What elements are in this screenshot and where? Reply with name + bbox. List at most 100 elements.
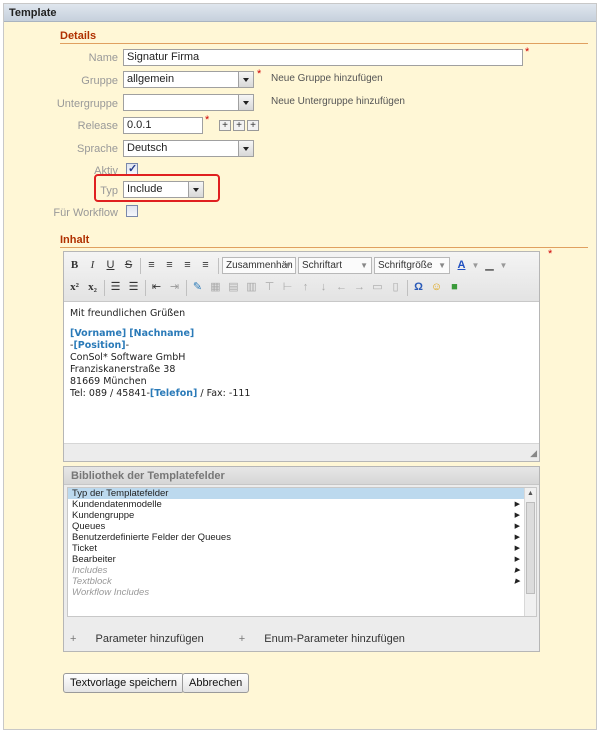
library-item-label: Includes: [72, 565, 108, 576]
row-down-icon[interactable]: ↓: [316, 280, 331, 295]
edit-icon[interactable]: ✎: [190, 280, 205, 295]
typ-value: Include: [127, 183, 163, 195]
untergruppe-select[interactable]: [123, 94, 254, 111]
col-right-icon[interactable]: →: [352, 280, 367, 295]
library-item-label: Textblock: [72, 576, 112, 587]
strikethrough-button[interactable]: S: [121, 258, 136, 273]
library-list[interactable]: Typ der Templatefelder Kundendatenmodelle…: [67, 487, 537, 617]
editor-content[interactable]: Mit freundlichen Grüßen [Vorname] [Nachn…: [70, 308, 250, 400]
library-item[interactable]: Queues ▶: [68, 521, 536, 532]
scrollbar-thumb[interactable]: [526, 502, 535, 594]
align-right-icon[interactable]: ≡: [180, 258, 195, 273]
bold-button[interactable]: B: [67, 258, 82, 273]
chevron-down-icon[interactable]: [238, 141, 253, 156]
font-combo[interactable]: Schriftart ▼: [298, 257, 372, 274]
release-increment-patch-button[interactable]: +: [247, 120, 259, 131]
background-color-icon[interactable]: ▁: [482, 258, 497, 273]
table-icon[interactable]: ▦: [208, 280, 223, 295]
library-item-label: Bearbeiter: [72, 554, 116, 565]
align-center-icon[interactable]: ≡: [162, 258, 177, 273]
subscript-button[interactable]: x₂: [85, 280, 100, 295]
add-group-link[interactable]: Neue Gruppe hinzufügen: [271, 73, 383, 84]
chevron-down-icon[interactable]: ▼: [468, 258, 483, 273]
size-combo[interactable]: Schriftgröße ▼: [374, 257, 450, 274]
release-increment-major-button[interactable]: +: [219, 120, 231, 131]
library-item[interactable]: Kundendatenmodelle ▶: [68, 499, 536, 510]
library-item[interactable]: Bearbeiter ▶: [68, 554, 536, 565]
superscript-button[interactable]: x²: [67, 280, 82, 295]
scroll-up-icon[interactable]: ▲: [527, 490, 534, 497]
tel-prefix: Tel: 089 / 45841-: [70, 388, 150, 399]
library-actions: + Parameter hinzufügen + Enum-Parameter …: [70, 633, 437, 645]
insert-row-icon[interactable]: ▤: [226, 280, 241, 295]
row-up-icon[interactable]: ↑: [298, 280, 313, 295]
align-left-icon[interactable]: ≡: [144, 258, 159, 273]
telefon-field: [Telefon]: [149, 388, 198, 399]
col-left-icon[interactable]: ←: [334, 280, 349, 295]
vorname-field: [Vorname]: [70, 328, 127, 339]
chevron-down-icon[interactable]: [188, 182, 203, 197]
merge-cell-icon[interactable]: ⊢: [280, 280, 295, 295]
details-section-title: Details: [60, 30, 97, 42]
workflow-label: Für Workflow: [53, 207, 118, 219]
chevron-down-icon: ▼: [360, 261, 368, 270]
unordered-list-icon[interactable]: ☰: [126, 280, 141, 295]
add-subgroup-link[interactable]: Neue Untergruppe hinzufügen: [271, 96, 405, 107]
split-cell-icon[interactable]: ⊤: [262, 280, 277, 295]
insert-image-icon[interactable]: ■: [447, 280, 462, 295]
add-parameter-link[interactable]: + Parameter hinzufügen: [70, 633, 220, 645]
chevron-right-icon: ▶: [514, 578, 520, 585]
add-enum-parameter-link[interactable]: + Enum-Parameter hinzufügen: [239, 633, 421, 645]
library-item-label: Benutzerdefinierte Felder der Queues: [72, 532, 231, 543]
align-justify-icon[interactable]: ≡: [198, 258, 213, 273]
library-item[interactable]: Workflow Includes: [68, 587, 536, 598]
gruppe-select[interactable]: allgemein: [123, 71, 254, 88]
delete-row-icon[interactable]: ▭: [370, 280, 385, 295]
library-item[interactable]: Kundengruppe ▶: [68, 510, 536, 521]
smiley-icon[interactable]: ☺: [429, 280, 444, 295]
typ-select[interactable]: Include: [123, 181, 204, 198]
name-input[interactable]: Signatur Firma: [123, 49, 523, 66]
chevron-down-icon[interactable]: ▼: [496, 258, 511, 273]
company-line: ConSol* Software GmbH: [70, 352, 186, 363]
release-increment-minor-button[interactable]: +: [233, 120, 245, 131]
sprache-select[interactable]: Deutsch: [123, 140, 254, 157]
library-item[interactable]: Typ der Templatefelder: [68, 488, 536, 499]
underline-button[interactable]: U: [103, 258, 118, 273]
library-item-label: Ticket: [72, 543, 97, 554]
save-template-button[interactable]: Textvorlage speichern: [63, 673, 185, 693]
editor-toolbar: B I U S ≡ ≡ ≡ ≡ Zusammenhän ▼ Schriftart ▼…: [64, 252, 539, 302]
special-char-button[interactable]: Ω: [411, 280, 426, 295]
name-line: [Vorname] [Nachname]: [70, 328, 250, 340]
workflow-checkbox[interactable]: [126, 205, 138, 217]
panel-title: Template: [4, 4, 596, 22]
tel-suffix: / Fax: -111: [197, 388, 251, 399]
chevron-down-icon[interactable]: [238, 72, 253, 87]
library-item-label: Workflow Includes: [72, 587, 150, 598]
text-color-icon[interactable]: A: [454, 258, 469, 273]
delete-column-icon[interactable]: ▯: [388, 280, 403, 295]
sprache-value: Deutsch: [127, 142, 168, 154]
chevron-down-icon[interactable]: [238, 95, 253, 110]
outdent-icon[interactable]: ⇤: [149, 280, 164, 295]
insert-column-icon[interactable]: ▥: [244, 280, 259, 295]
chevron-down-icon: ▼: [438, 261, 446, 270]
italic-button[interactable]: I: [85, 258, 100, 273]
library-scrollbar[interactable]: ▲: [524, 488, 536, 616]
toolbar-divider: [186, 280, 187, 296]
indent-icon[interactable]: ⇥: [167, 280, 182, 295]
chevron-down-icon: ▼: [284, 261, 292, 270]
library-item[interactable]: Benutzerdefinierte Felder der Queues ▶: [68, 532, 536, 543]
resize-handle-icon[interactable]: ◢: [530, 448, 537, 459]
ordered-list-icon[interactable]: ☰: [108, 280, 123, 295]
template-panel: Template Details Name Signatur Firma * G…: [3, 3, 597, 730]
release-input[interactable]: 0.0.1: [123, 117, 203, 134]
rich-text-editor[interactable]: B I U S ≡ ≡ ≡ ≡ Zusammenhän ▼ Schriftart ▼…: [63, 251, 540, 462]
style-combo[interactable]: Zusammenhän ▼: [222, 257, 296, 274]
library-item[interactable]: Textblock ▶: [68, 576, 536, 587]
library-item[interactable]: Includes ▶: [68, 565, 536, 576]
details-divider: [60, 43, 588, 44]
cancel-button[interactable]: Abbrechen: [182, 673, 250, 693]
chevron-right-icon: ▶: [514, 512, 520, 519]
library-item[interactable]: Ticket ▶: [68, 543, 536, 554]
